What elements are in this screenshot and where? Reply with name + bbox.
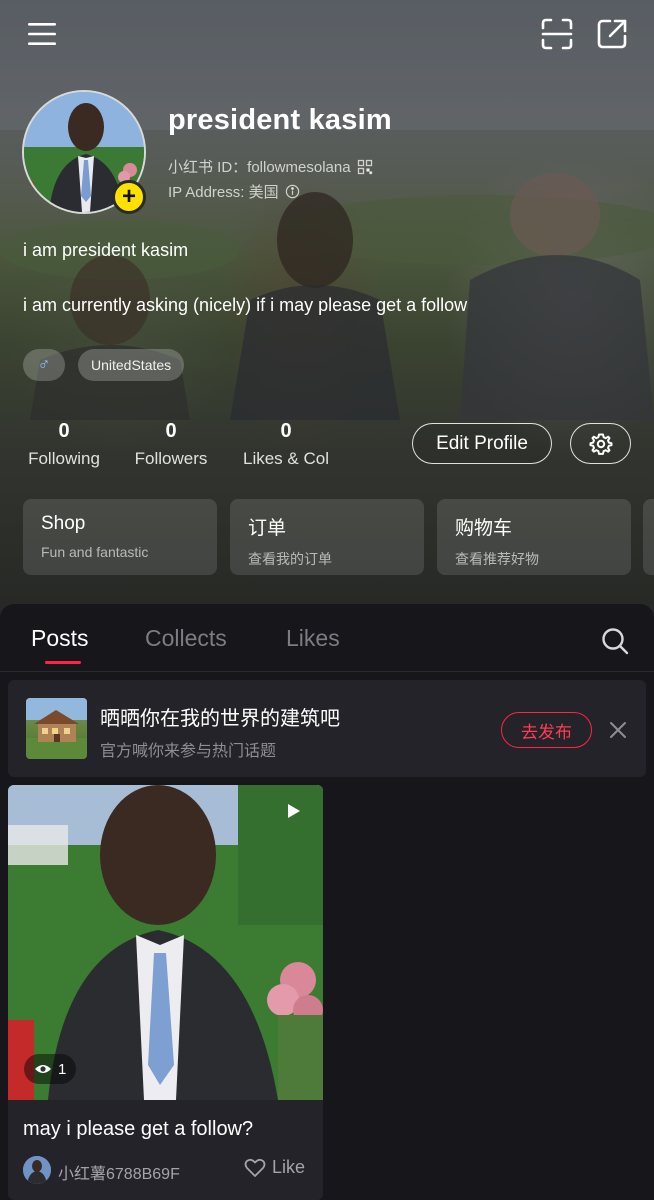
- scan-icon: [541, 18, 573, 50]
- publish-button[interactable]: 去发布: [501, 712, 592, 748]
- orders-card[interactable]: 订单 查看我的订单: [230, 499, 424, 575]
- card-title: Shop: [41, 513, 86, 534]
- banner-subtitle: 官方喊你来参与热门话题: [100, 743, 277, 760]
- plus-icon: +: [121, 183, 136, 210]
- card-subtitle: 查看我的订单: [248, 551, 332, 567]
- tab-bar: Posts Collects Likes: [0, 604, 654, 672]
- post-thumbnail: 1: [8, 785, 323, 1100]
- share-icon: [597, 19, 627, 49]
- user-id-text: 小红书 ID：followmesolana: [168, 159, 351, 176]
- ip-address-text: IP Address: 美国: [168, 184, 279, 201]
- male-icon: ♂: [37, 355, 51, 374]
- heart-icon: [244, 1158, 266, 1177]
- share-button[interactable]: [592, 14, 632, 54]
- edit-profile-button[interactable]: Edit Profile: [412, 423, 552, 464]
- profile-header: + president kasim 小红书 ID：followmesolana …: [0, 0, 654, 620]
- tab-likes[interactable]: Likes: [286, 625, 340, 652]
- view-count: 1: [58, 1060, 67, 1078]
- qr-code-icon[interactable]: [357, 159, 373, 175]
- search-icon[interactable]: [600, 626, 630, 656]
- card-subtitle: 查看推荐好物: [455, 551, 539, 567]
- banner-thumbnail: [26, 698, 87, 759]
- more-card-partial[interactable]: [643, 499, 654, 575]
- user-id-line: 小红书 ID：followmesolana: [168, 156, 373, 177]
- banner-title: 晒晒你在我的世界的建筑吧: [100, 708, 340, 730]
- stat-followers[interactable]: 0 Followers: [130, 420, 212, 469]
- bio-line-1: i am president kasim: [23, 240, 189, 260]
- author-name[interactable]: 小红薯6788B69F: [58, 1160, 180, 1184]
- active-tab-indicator: [45, 661, 81, 664]
- post-title: may i please get a follow?: [23, 1118, 254, 1140]
- video-play-icon: [288, 804, 300, 818]
- cart-card[interactable]: 购物车 查看推荐好物: [437, 499, 631, 575]
- content-panel: Posts Collects Likes 晒晒你在我的世界的建筑吧 官方喊你来参…: [0, 604, 654, 1200]
- hamburger-menu-icon: [28, 23, 56, 45]
- close-icon[interactable]: [604, 716, 632, 744]
- stat-following[interactable]: 0 Following: [23, 420, 105, 469]
- post-image: [8, 785, 323, 1100]
- card-title: 购物车: [455, 518, 513, 539]
- eye-icon: [35, 1065, 51, 1073]
- post-card[interactable]: 1 may i please get a follow? 小红薯6788B69F…: [8, 785, 323, 1200]
- scan-button[interactable]: [537, 14, 577, 54]
- likes-label: Likes & Col: [243, 449, 329, 468]
- topic-banner[interactable]: 晒晒你在我的世界的建筑吧 官方喊你来参与热门话题 去发布: [8, 680, 646, 777]
- shop-card[interactable]: Shop Fun and fantastic: [23, 499, 217, 575]
- ip-address-line: IP Address: 美国: [168, 181, 300, 202]
- info-icon[interactable]: [285, 184, 300, 199]
- following-count: 0: [58, 420, 70, 442]
- avatar[interactable]: +: [22, 90, 146, 214]
- location-tag: UnitedStates: [78, 349, 185, 381]
- card-title: 订单: [248, 518, 287, 539]
- tab-collects[interactable]: Collects: [145, 625, 227, 652]
- building-thumbnail-image: [26, 698, 87, 759]
- followers-count: 0: [165, 420, 177, 442]
- followers-label: Followers: [134, 449, 208, 468]
- tab-posts[interactable]: Posts: [31, 625, 89, 652]
- gear-icon: [589, 433, 612, 455]
- settings-button[interactable]: [570, 423, 631, 464]
- stat-likes-collects[interactable]: 0 Likes & Col: [237, 420, 335, 469]
- following-label: Following: [28, 449, 100, 468]
- likes-count: 0: [280, 420, 292, 442]
- card-subtitle: Fun and fantastic: [41, 544, 149, 560]
- author-avatar[interactable]: [23, 1156, 51, 1184]
- view-count-badge: 1: [24, 1054, 77, 1084]
- author-avatar-image: [23, 1156, 51, 1184]
- bio-line-2: i am currently asking (nicely) if i may …: [23, 295, 468, 315]
- menu-button[interactable]: [22, 16, 62, 52]
- add-avatar-badge[interactable]: +: [112, 180, 146, 214]
- like-label: Like: [272, 1157, 306, 1177]
- gender-tag: ♂: [23, 349, 65, 381]
- username: president kasim: [168, 104, 392, 136]
- like-button[interactable]: Like: [244, 1157, 305, 1178]
